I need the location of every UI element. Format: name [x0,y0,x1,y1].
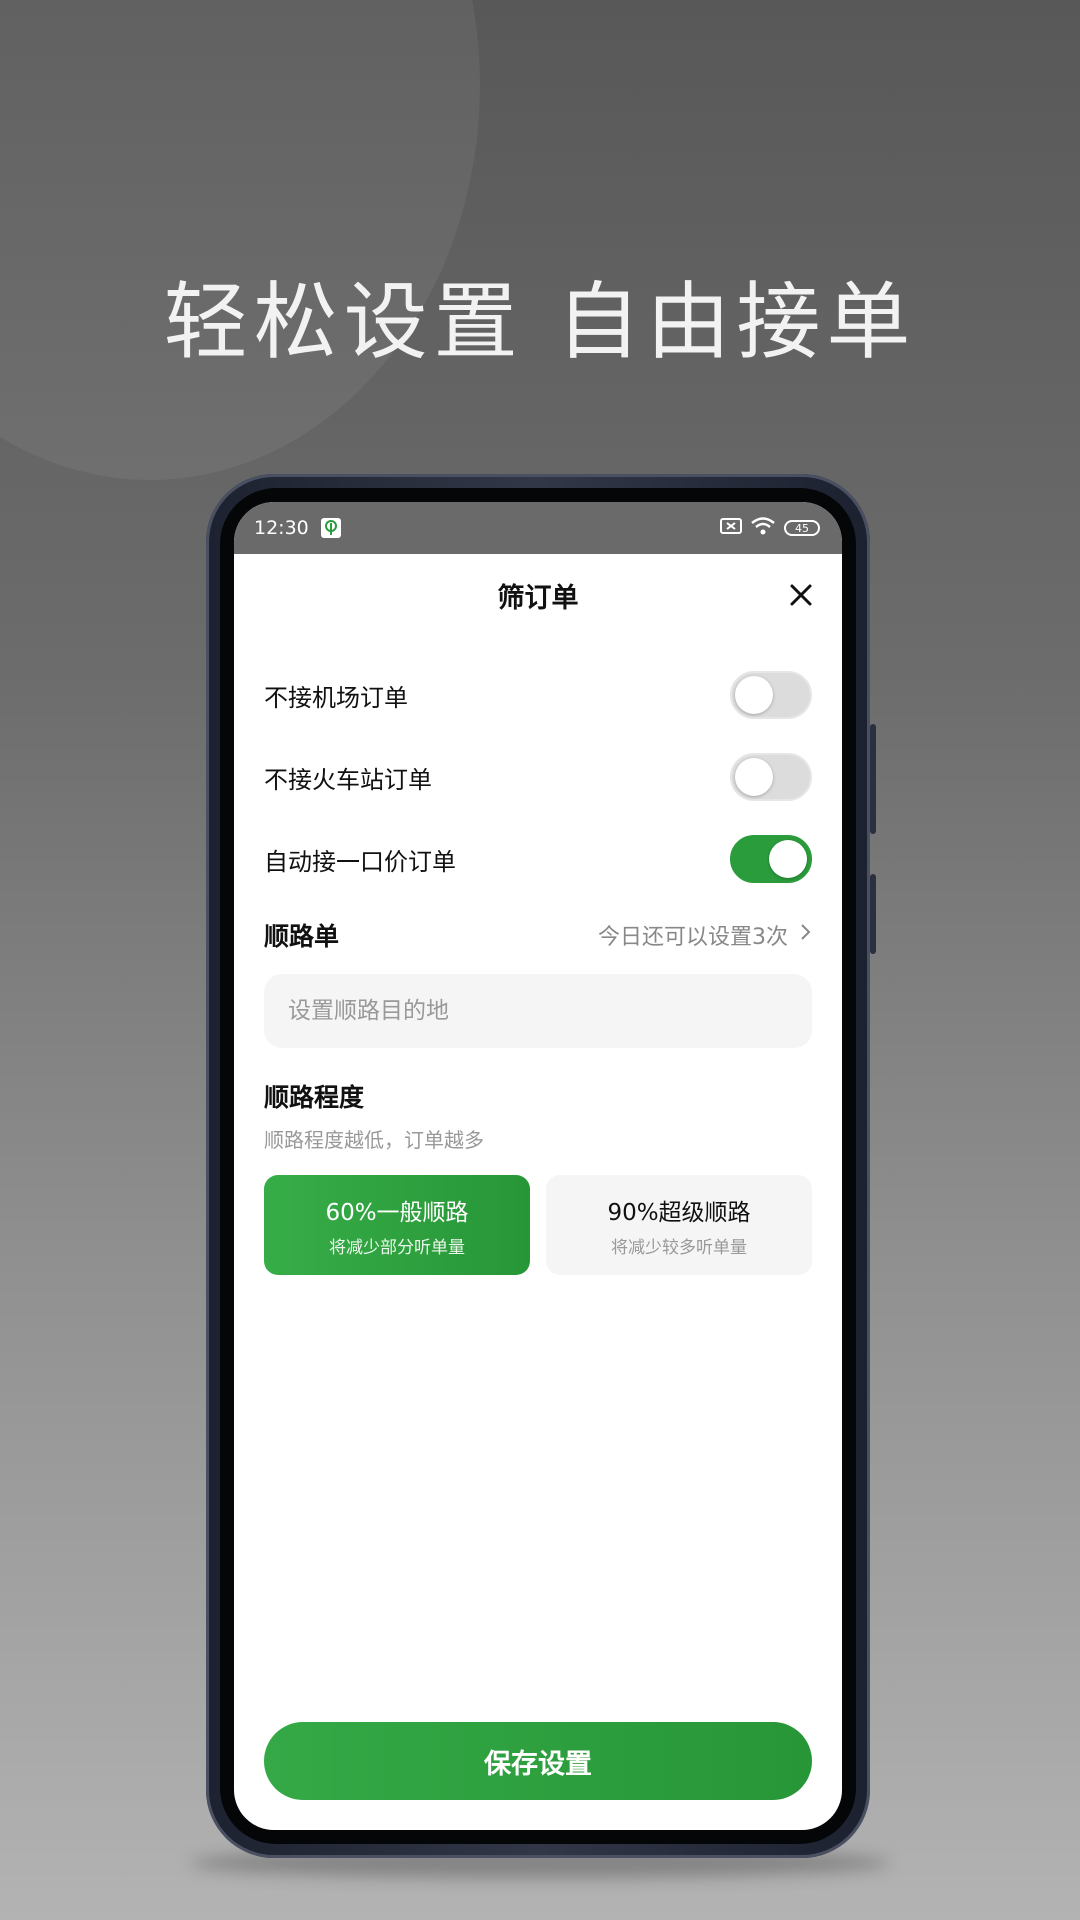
toggle-label-train: 不接火车站订单 [264,765,432,794]
status-bar: 12:30 45 [234,502,842,554]
battery-icon: 45 [784,520,820,536]
route-section-header: 顺路单 今日还可以设置3次 [264,906,812,964]
promo-headline: 轻松设置 自由接单 [163,273,917,371]
close-icon[interactable] [786,580,816,610]
degree-option-90[interactable]: 90%超级顺路 将减少较多听单量 [546,1175,812,1275]
app-leaf-icon [320,518,341,538]
toggle-row-airport: 不接机场订单 [264,654,812,736]
degree-options: 60%一般顺路 将减少部分听单量 90%超级顺路 将减少较多听单量 [264,1175,812,1275]
degree-subtitle: 顺路程度越低，订单越多 [264,1128,484,1152]
phone-frame: 12:30 45 筛订单 不接机场订单 不接火车站订单 自动接一口价订单 顺路单… [206,474,876,1858]
status-time: 12:30 [254,517,309,539]
degree-option-label: 60%一般顺路 [325,1199,469,1226]
route-remaining-text: 今日还可以设置3次 [598,925,788,950]
dialog-content: 不接机场订单 不接火车站订单 自动接一口价订单 顺路单 今日还可以设置3次 设置… [234,654,842,1275]
promo-page: 轻松设置 自由接单 12:30 45 筛订单 不接机场订单 不接火车站订单 自动… [0,0,1080,1920]
train-station-toggle[interactable] [730,753,812,801]
airport-toggle[interactable] [730,671,812,719]
degree-title: 顺路程度 [264,1083,365,1112]
phone-screen: 12:30 45 筛订单 不接机场订单 不接火车站订单 自动接一口价订单 顺路单… [234,502,842,1830]
save-settings-button[interactable]: 保存设置 [264,1722,812,1800]
route-title: 顺路单 [264,922,340,951]
power-button [870,874,876,954]
route-destination-input[interactable] [264,974,812,1048]
fixed-price-toggle[interactable] [730,835,812,883]
background-circle [0,0,480,480]
dialog-title: 筛订单 [497,582,579,614]
degree-option-desc: 将减少较多听单量 [611,1237,747,1258]
toggle-row-fixed-price: 自动接一口价订单 [264,818,812,900]
wifi-icon [750,516,776,541]
status-icons: 45 [720,516,820,541]
degree-option-desc: 将减少部分听单量 [329,1237,465,1258]
toggle-row-train: 不接火车站订单 [264,736,812,818]
volume-button [870,724,876,834]
route-remaining-link[interactable]: 今日还可以设置3次 [598,919,812,951]
toggle-label-airport: 不接机场订单 [264,683,408,712]
degree-option-60[interactable]: 60%一般顺路 将减少部分听单量 [264,1175,530,1275]
dialog-header: 筛订单 [234,554,842,636]
sim-icon [720,517,742,540]
toggle-label-fixed-price: 自动接一口价订单 [264,847,456,876]
degree-option-label: 90%超级顺路 [607,1199,751,1226]
chevron-right-icon [800,922,812,948]
